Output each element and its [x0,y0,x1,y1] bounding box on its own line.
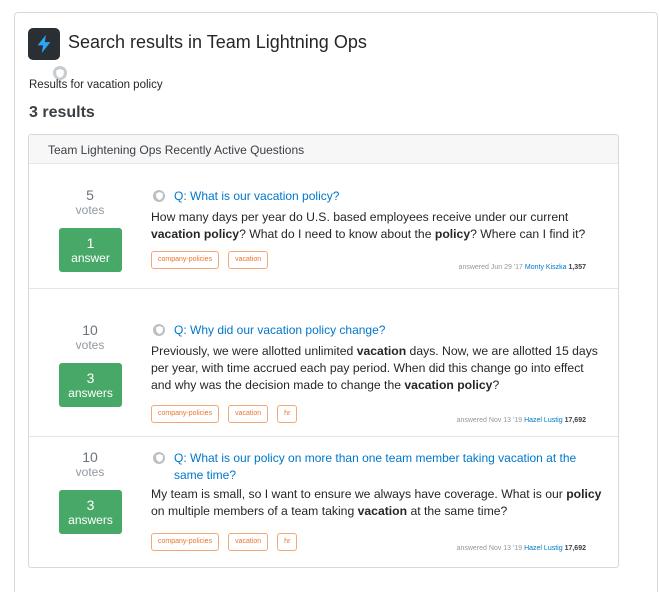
question-excerpt: How many days per year do U.S. based emp… [151,209,603,243]
vote-count: 10 votes [29,322,151,352]
question-row: 5 votes 1 answer Q: What is our vacation… [29,165,618,289]
lightning-icon [28,28,60,60]
answer-count-badge: 3 answers [59,363,122,407]
shield-icon [53,66,67,80]
tag-hr[interactable]: hr [277,405,298,423]
highlighted-term: policy [566,487,602,501]
votes-label: votes [75,338,105,352]
excerpt-text: at the same time? [407,504,508,518]
shield-icon [153,324,165,336]
user-link[interactable]: Monty Kiszka [525,264,567,271]
question-excerpt: Previously, we were allotted unlimited v… [151,343,603,394]
answered-date: answered Nov 13 '19 [456,545,523,552]
highlighted-term: vacation policy [404,378,493,392]
question-excerpt: My team is small, so I want to ensure we… [151,486,603,520]
answer-count-badge: 3 answers [59,490,122,534]
question-summary: Q: Why did our vacation policy change? P… [151,322,603,394]
question-summary: Q: What is our vacation policy? How many… [151,188,603,243]
answers-label: answers [68,513,113,527]
answers-number: 3 [86,497,95,513]
question-row: 10 votes 3 answers Q: Why did our vacati… [29,301,618,437]
votes-label: votes [75,465,105,479]
tag-list: company-policies vacation [151,251,269,269]
excerpt-text: ? [492,378,500,392]
excerpt-text: ? What do I need to know about the [239,227,435,241]
answered-meta: answered Nov 13 '19 Hazel Lustig 17,692 [457,545,586,552]
results-count: 3 results [29,104,95,121]
highlighted-term: vacation policy [151,227,240,241]
user-reputation: 1,357 [568,264,586,271]
answered-meta: answered Nov 13 '19 Hazel Lustig 17,692 [457,417,586,424]
shield-icon [153,190,165,202]
tag-list: company-policies vacation hr [151,533,298,551]
vote-count: 10 votes [29,449,151,479]
question-title[interactable]: Q: Why did our vacation policy change? [174,322,385,339]
tag-vacation[interactable]: vacation [228,533,269,551]
tag-vacation[interactable]: vacation [228,405,269,423]
user-reputation: 17,692 [564,417,586,424]
question-row: 10 votes 3 answers Q: What is our policy… [29,437,618,567]
votes-number: 10 [82,449,98,465]
vote-count: 5 votes [29,187,151,217]
answered-meta: answered Jun 29 '17 Monty Kiszka 1,357 [459,264,586,271]
answers-label: answers [68,386,113,400]
highlighted-term: vacation [356,344,407,358]
answered-date: answered Nov 13 '19 [456,417,523,424]
answered-date: answered Jun 29 '17 [458,264,523,271]
team-logo[interactable] [28,28,67,80]
highlighted-term: vacation [357,504,408,518]
answers-label: answer [71,251,110,265]
question-title-link[interactable]: Q: Why did our vacation policy change? [151,322,603,339]
page-title: Search results in Team Lightning Ops [68,32,367,52]
question-title[interactable]: Q: What is our vacation policy? [174,188,339,205]
excerpt-text: on multiple members of a team taking [151,504,358,518]
question-title-link[interactable]: Q: What is our vacation policy? [151,188,603,205]
panel-title: Team Lightening Ops Recently Active Ques… [29,135,618,164]
answers-number: 1 [86,235,95,251]
tag-list: company-policies vacation hr [151,405,298,423]
user-link[interactable]: Hazel Lustig [524,545,563,552]
tag-company-policies[interactable]: company-policies [151,251,220,269]
user-link[interactable]: Hazel Lustig [524,417,563,424]
user-reputation: 17,692 [564,545,586,552]
votes-number: 5 [86,187,94,203]
tag-company-policies[interactable]: company-policies [151,405,220,423]
excerpt-text: How many days per year do U.S. based emp… [151,210,569,224]
tag-company-policies[interactable]: company-policies [151,533,220,551]
answers-number: 3 [86,370,95,386]
question-title[interactable]: Q: What is our policy on more than one t… [174,450,603,484]
votes-label: votes [75,203,105,217]
tag-vacation[interactable]: vacation [228,251,269,269]
question-summary: Q: What is our policy on more than one t… [151,450,603,520]
question-title-link[interactable]: Q: What is our policy on more than one t… [151,450,603,484]
votes-number: 10 [82,322,98,338]
highlighted-term: policy [434,227,471,241]
team-header [28,28,67,80]
tag-hr[interactable]: hr [277,533,298,551]
excerpt-text: Previously, we were allotted unlimited [151,344,357,358]
search-query-label: Results for vacation policy [29,79,163,91]
shield-icon [153,452,165,464]
questions-panel: Team Lightening Ops Recently Active Ques… [28,134,619,568]
excerpt-text: ? Where can I find it? [470,227,586,241]
excerpt-text: My team is small, so I want to ensure we… [151,487,567,501]
answer-count-badge: 1 answer [59,228,122,272]
